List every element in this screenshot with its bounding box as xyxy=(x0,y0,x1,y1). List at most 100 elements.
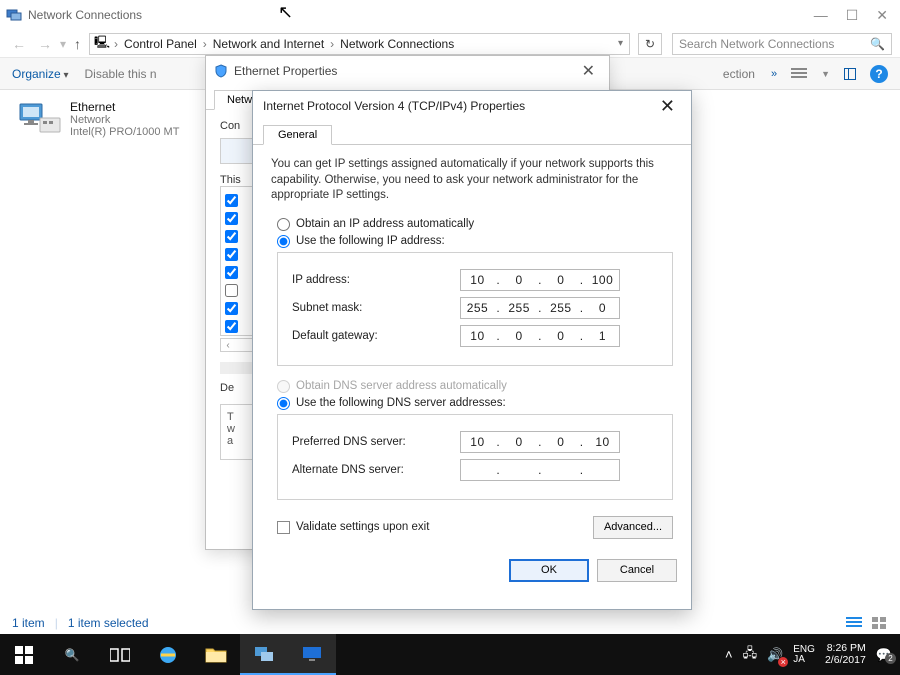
protocol-check-6[interactable] xyxy=(225,284,238,297)
cancel-button[interactable]: Cancel xyxy=(597,559,677,582)
folder-icon xyxy=(205,646,227,664)
clock-date: 2/6/2017 xyxy=(825,655,866,667)
protocol-check-3[interactable] xyxy=(225,230,238,243)
network-icon xyxy=(253,645,275,663)
network-connections-icon xyxy=(6,7,22,23)
radio-static-ip-label: Use the following IP address: xyxy=(296,235,445,247)
nav-up-button[interactable]: ↑ xyxy=(70,36,85,52)
radio-auto-ip[interactable]: Obtain an IP address automatically xyxy=(277,218,673,231)
tray-overflow-button[interactable]: ˄ xyxy=(725,647,733,662)
nic-icon xyxy=(220,138,254,164)
ipv4-close-button[interactable]: ✕ xyxy=(654,96,681,117)
status-bar: 1 item | 1 item selected xyxy=(0,612,900,634)
protocol-check-2[interactable] xyxy=(225,212,238,225)
validate-settings-checkbox[interactable] xyxy=(277,521,290,534)
toolbar-overflow-button[interactable]: » xyxy=(771,68,775,80)
taskbar[interactable]: 🔍 ˄ 🖧 🔊 ENG JA 8:26 PM 2/6/2017 💬 xyxy=(0,634,900,675)
taskbar-control-panel-button[interactable] xyxy=(288,634,336,675)
breadcrumb-root-icon[interactable]: 🖳 xyxy=(94,33,110,54)
alternate-dns-label: Alternate DNS server: xyxy=(292,464,460,476)
ipv4-properties-dialog: Internet Protocol Version 4 (TCP/IPv4) P… xyxy=(252,90,692,610)
adapter-device: Intel(R) PRO/1000 MT xyxy=(70,126,179,138)
minimize-button[interactable]: — xyxy=(814,7,828,24)
ie-icon xyxy=(157,644,179,666)
help-icon[interactable]: ? xyxy=(870,65,888,83)
adapter-status: Network xyxy=(70,114,179,126)
validate-settings-label: Validate settings upon exit xyxy=(296,521,429,533)
protocol-check-8[interactable] xyxy=(225,320,238,333)
radio-auto-ip-input[interactable] xyxy=(277,218,290,231)
task-view-icon xyxy=(110,647,130,663)
adapter-name: Ethernet xyxy=(70,100,179,114)
breadcrumb-network-connections[interactable]: Network Connections xyxy=(338,37,456,51)
language-indicator[interactable]: ENG JA xyxy=(793,645,815,665)
search-input[interactable]: Search Network Connections 🔍 xyxy=(672,33,892,55)
volume-tray-icon[interactable]: 🔊 xyxy=(767,647,783,663)
ethernet-adapter-icon xyxy=(18,100,62,136)
shield-icon xyxy=(214,64,228,78)
static-ip-group: IP address: 10. 0. 0. 100 Subnet mask: 2… xyxy=(277,252,673,366)
preferred-dns-input[interactable]: 10. 0. 0. 10 xyxy=(460,431,620,453)
radio-static-dns-label: Use the following DNS server addresses: xyxy=(296,397,506,409)
adapter-ethernet-item[interactable]: Ethernet Network Intel(R) PRO/1000 MT xyxy=(18,100,208,138)
alternate-dns-input[interactable]: . . . xyxy=(460,459,620,481)
view-mode-icon[interactable] xyxy=(791,68,807,80)
radio-static-dns[interactable]: Use the following DNS server addresses: xyxy=(277,397,673,410)
radio-static-ip-input[interactable] xyxy=(277,235,290,248)
breadcrumb-control-panel[interactable]: Control Panel xyxy=(122,37,199,51)
close-button[interactable]: ✕ xyxy=(876,7,888,24)
advanced-button[interactable]: Advanced... xyxy=(593,516,673,539)
ok-button[interactable]: OK xyxy=(509,559,589,582)
monitor-icon xyxy=(301,645,323,663)
windows-logo-icon xyxy=(15,646,33,664)
search-icon: 🔍 xyxy=(65,648,80,662)
clock[interactable]: 8:26 PM 2/6/2017 xyxy=(825,643,866,666)
taskbar-networkconnections-button[interactable] xyxy=(240,634,288,675)
view-tiles-icon[interactable] xyxy=(872,617,888,629)
static-dns-group: Preferred DNS server: 10. 0. 0. 10 Alter… xyxy=(277,414,673,500)
radio-auto-ip-label: Obtain an IP address automatically xyxy=(296,218,474,230)
breadcrumb-address-box[interactable]: 🖳 › Control Panel › Network and Internet… xyxy=(89,33,630,55)
taskbar-explorer-button[interactable] xyxy=(192,634,240,675)
window-titlebar: Network Connections — ☐ ✕ xyxy=(0,0,900,30)
nav-forward-button[interactable]: → xyxy=(34,36,56,52)
search-placeholder: Search Network Connections xyxy=(679,37,834,51)
start-button[interactable] xyxy=(0,634,48,675)
action-center-button[interactable]: 💬 xyxy=(876,647,892,663)
refresh-button[interactable]: ↻ xyxy=(638,33,662,55)
default-gateway-input[interactable]: 10. 0. 0. 1 xyxy=(460,325,620,347)
ethernet-properties-close-button[interactable]: ✕ xyxy=(576,61,601,81)
default-gateway-label: Default gateway: xyxy=(292,330,460,342)
radio-auto-dns: Obtain DNS server address automatically xyxy=(277,380,673,393)
tab-general[interactable]: General xyxy=(263,125,332,145)
organize-menu-button[interactable]: Organize xyxy=(12,67,69,81)
radio-auto-dns-input xyxy=(277,380,290,393)
search-icon[interactable]: 🔍 xyxy=(870,37,885,51)
radio-static-dns-input[interactable] xyxy=(277,397,290,410)
taskbar-search-button[interactable]: 🔍 xyxy=(48,634,96,675)
task-view-button[interactable] xyxy=(96,634,144,675)
window-title: Network Connections xyxy=(28,8,814,22)
view-details-icon[interactable] xyxy=(846,617,862,629)
protocol-check-1[interactable] xyxy=(225,194,238,207)
breadcrumb-network-internet[interactable]: Network and Internet xyxy=(211,37,326,51)
maximize-button[interactable]: ☐ xyxy=(846,7,859,24)
preferred-dns-label: Preferred DNS server: xyxy=(292,436,460,448)
preview-pane-icon[interactable] xyxy=(844,68,856,80)
ipv4-intro-text: You can get IP settings assigned automat… xyxy=(271,157,673,204)
address-bar-row: ← → ▾ ↑ 🖳 › Control Panel › Network and … xyxy=(0,30,900,58)
taskbar-ie-button[interactable] xyxy=(144,634,192,675)
ipv4-dialog-title: Internet Protocol Version 4 (TCP/IPv4) P… xyxy=(263,99,654,113)
nav-back-button[interactable]: ← xyxy=(8,36,30,52)
disable-device-button[interactable]: Disable this n xyxy=(85,67,157,81)
network-tray-icon[interactable]: 🖧 xyxy=(743,644,758,666)
ip-address-input[interactable]: 10. 0. 0. 100 xyxy=(460,269,620,291)
subnet-mask-input[interactable]: 255. 255. 255. 0 xyxy=(460,297,620,319)
protocol-check-4[interactable] xyxy=(225,248,238,261)
protocol-check-7[interactable] xyxy=(225,302,238,315)
protocol-check-5[interactable] xyxy=(225,266,238,279)
system-tray: ˄ 🖧 🔊 ENG JA 8:26 PM 2/6/2017 💬 xyxy=(725,643,900,666)
ip-address-label: IP address: xyxy=(292,274,460,286)
scroll-left[interactable]: ‹ xyxy=(221,340,235,351)
radio-static-ip[interactable]: Use the following IP address: xyxy=(277,235,673,248)
